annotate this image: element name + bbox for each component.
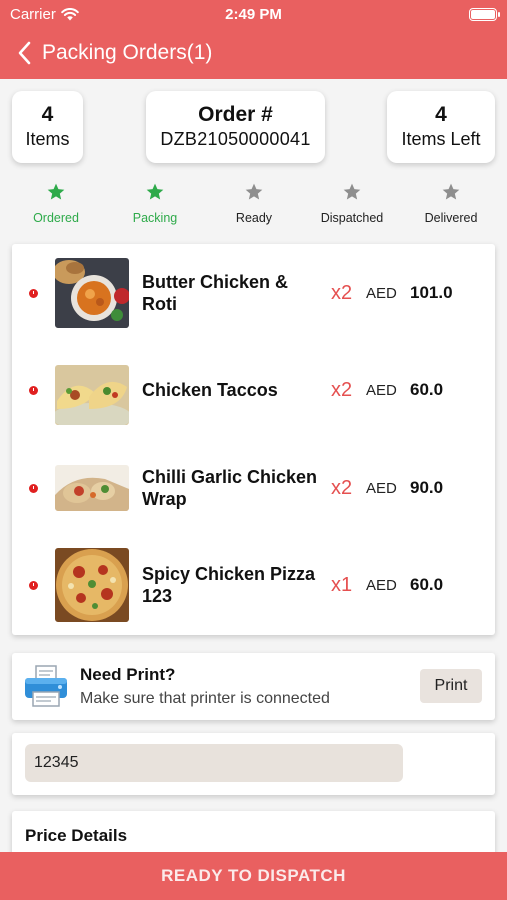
item-quantity: x1 <box>331 573 353 596</box>
item-currency: AED <box>366 479 397 497</box>
order-item-row[interactable]: Chicken Taccos x2 AED 60.0 <box>12 355 495 425</box>
item-status-dot-icon <box>29 580 38 590</box>
star-icon <box>6 180 106 204</box>
order-item-row[interactable]: Chilli Garlic Chicken Wrap x2 AED 90.0 <box>12 453 495 523</box>
status-bar: Carrier 2:49 PM <box>0 0 507 28</box>
printer-icon <box>23 664 69 709</box>
item-price: 60.0 <box>410 380 444 399</box>
butter-chicken-thumb-icon <box>55 258 129 328</box>
star-icon <box>204 180 304 204</box>
step-label: Ordered <box>33 211 79 225</box>
print-button[interactable]: Print <box>420 669 482 703</box>
item-quantity: x2 <box>331 476 353 499</box>
print-title: Need Print? <box>80 665 176 684</box>
star-icon <box>105 180 205 204</box>
items-left-card: 4 Items Left <box>387 91 495 163</box>
items-left-label: Items Left <box>401 129 481 149</box>
price-details-title: Price Details <box>25 826 128 845</box>
item-name: Chilli Garlic Chicken Wrap <box>142 467 318 509</box>
item-price: 101.0 <box>410 283 453 302</box>
order-item-row[interactable]: Spicy Chicken Pizza 123 x1 AED 60.0 <box>12 548 495 622</box>
star-icon <box>302 180 402 204</box>
item-currency: AED <box>366 576 397 594</box>
order-label: Order # <box>198 103 273 126</box>
battery-icon <box>469 8 500 21</box>
item-quantity: x2 <box>331 281 353 304</box>
items-label: Items <box>25 129 70 149</box>
items-left-count: 4 <box>435 103 447 126</box>
step-ready: Ready <box>204 180 304 225</box>
code-input-card <box>12 733 495 795</box>
nav-bar: Packing Orders(1) <box>0 36 212 70</box>
tacos-thumb-icon <box>55 365 129 425</box>
item-status-dot-icon <box>29 385 38 395</box>
step-dispatched: Dispatched <box>302 180 402 225</box>
print-subtitle: Make sure that printer is connected <box>80 690 330 707</box>
item-currency: AED <box>366 284 397 302</box>
item-price: 90.0 <box>410 478 444 497</box>
items-count-card: 4 Items <box>12 91 83 163</box>
item-quantity: x2 <box>331 378 353 401</box>
step-label: Packing <box>132 211 178 225</box>
item-name: Spicy Chicken Pizza 123 <box>142 564 316 606</box>
step-label: Delivered <box>424 211 478 225</box>
star-icon <box>401 180 501 204</box>
code-input[interactable] <box>25 744 403 782</box>
step-label: Dispatched <box>320 211 384 225</box>
back-arrow-icon[interactable] <box>6 36 42 70</box>
print-card: Need Print? Make sure that printer is co… <box>12 653 495 720</box>
order-item-row[interactable]: Butter Chicken & Roti x2 AED 101.0 <box>12 258 495 328</box>
items-count: 4 <box>41 103 54 126</box>
order-status-stepper: Ordered Packing Ready Dispatched Deliver… <box>0 180 507 230</box>
item-name: Butter Chicken & Roti <box>142 272 289 314</box>
page-title: Packing Orders(1) <box>42 41 213 64</box>
status-time: 2:49 PM <box>225 6 282 23</box>
step-delivered: Delivered <box>401 180 501 225</box>
order-items-card: Butter Chicken & Roti x2 AED 101.0 Chick… <box>12 244 495 635</box>
ready-to-dispatch-button[interactable]: READY TO DISPATCH <box>0 852 507 900</box>
step-ordered: Ordered <box>6 180 106 225</box>
order-number: DZB21050000041 <box>160 129 311 149</box>
pizza-thumb-icon <box>55 548 129 622</box>
app-header: Carrier 2:49 PM Packing Orders(1) <box>0 0 507 79</box>
item-price: 60.0 <box>410 575 444 594</box>
step-packing: Packing <box>105 180 205 225</box>
step-label: Ready <box>235 211 273 225</box>
order-number-card: Order # DZB21050000041 <box>146 91 325 163</box>
item-status-dot-icon <box>29 288 38 298</box>
wrap-thumb-icon <box>55 465 129 511</box>
item-name: Chicken Taccos <box>142 380 278 400</box>
item-currency: AED <box>366 381 397 399</box>
item-status-dot-icon <box>29 483 38 493</box>
